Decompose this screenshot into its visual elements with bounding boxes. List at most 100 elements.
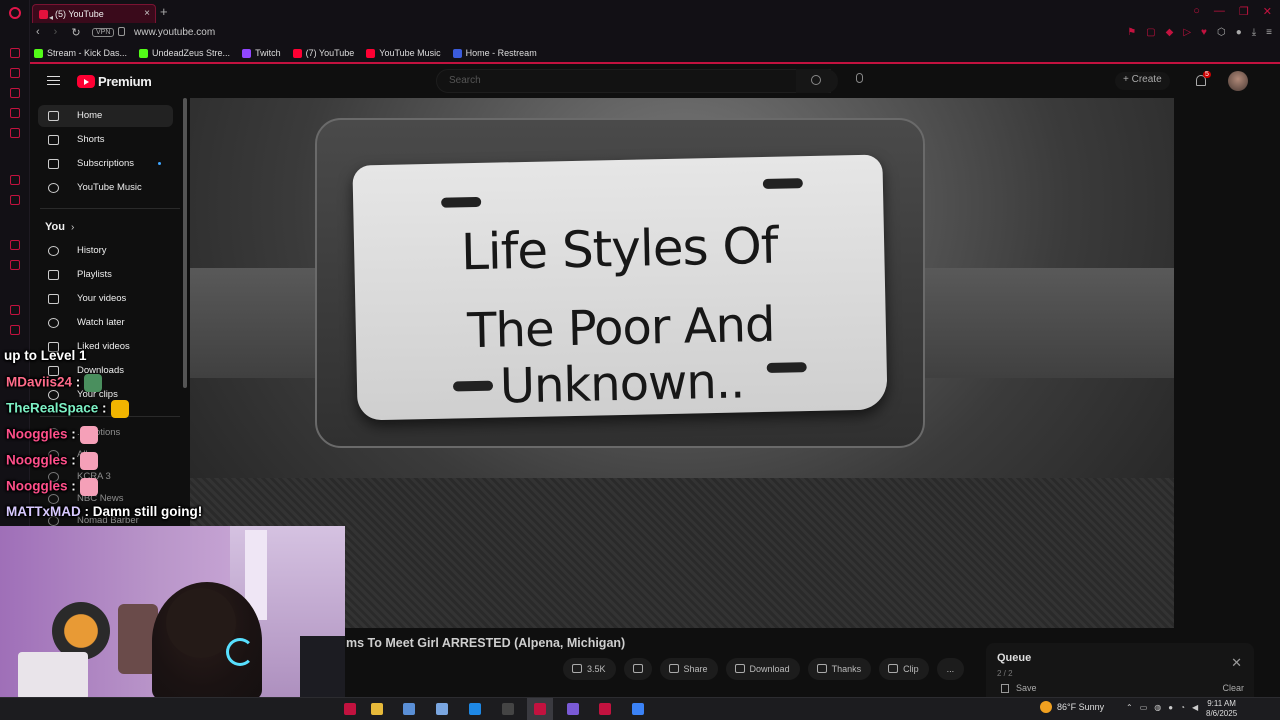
- clock[interactable]: 9:11 AM 8/6/2025: [1206, 699, 1237, 719]
- record-sidebar-icon[interactable]: [10, 305, 20, 315]
- whatsapp-sidebar-icon[interactable]: [10, 128, 20, 138]
- player-sidebar-icon[interactable]: [10, 175, 20, 185]
- profile-icon[interactable]: ●: [1236, 27, 1242, 38]
- chat-emote-icon: [79, 452, 98, 470]
- bookmark-item[interactable]: Home - Restream: [452, 48, 537, 58]
- tab-youtube[interactable]: ◂ (5) YouTube ×: [32, 4, 156, 23]
- microphone-icon[interactable]: [856, 73, 863, 83]
- history-sidebar-icon[interactable]: [10, 68, 20, 78]
- shield-icon[interactable]: ◆: [1166, 27, 1174, 38]
- maximize-icon[interactable]: ❐: [1239, 5, 1249, 18]
- system-tray: ⌃ ▭ ◍ ● ◔ ◀: [1126, 703, 1198, 712]
- sidebar-item-your-videos[interactable]: Your videos: [38, 288, 173, 310]
- create-button[interactable]: + Create: [1115, 72, 1170, 90]
- tray-chevron-icon[interactable]: ⌃: [1126, 703, 1133, 712]
- url-field[interactable]: www.youtube.com: [134, 27, 215, 38]
- opera-taskbar-icon[interactable]: [344, 703, 356, 715]
- calendar-app-icon[interactable]: [403, 703, 415, 715]
- minimize-icon[interactable]: —: [1214, 5, 1225, 18]
- avatar[interactable]: [1228, 71, 1248, 91]
- dislike-button[interactable]: [623, 658, 652, 680]
- wallet-sidebar-icon[interactable]: [10, 325, 20, 335]
- messenger-sidebar-icon[interactable]: [10, 108, 20, 118]
- youtube-logo[interactable]: Premium: [77, 74, 152, 89]
- obs-icon[interactable]: [599, 703, 611, 715]
- sidebar-item-label: Watch later: [77, 317, 125, 328]
- close-queue-icon[interactable]: ✕: [1231, 655, 1242, 671]
- queue-clear-button[interactable]: Clear: [1222, 683, 1244, 693]
- x-sidebar-icon[interactable]: [10, 260, 20, 270]
- youtube-music-icon: [48, 183, 59, 193]
- sidebar-item-shorts[interactable]: Shorts: [38, 129, 173, 151]
- x-app-icon[interactable]: [502, 703, 514, 715]
- scissors-icon: [888, 664, 899, 673]
- share-button[interactable]: Share: [659, 658, 718, 680]
- bookmark-icon[interactable]: ⚑: [1127, 27, 1136, 38]
- chat-username: Nooggles: [6, 452, 68, 468]
- close-tab-icon[interactable]: ×: [144, 5, 150, 23]
- extensions-icon[interactable]: ⬡: [1217, 27, 1226, 38]
- clock-time: 9:11 AM: [1207, 699, 1236, 708]
- speed-dial-icon[interactable]: [10, 48, 20, 58]
- download-label: Download: [749, 664, 790, 674]
- weather-widget[interactable]: 86°F Sunny: [1040, 701, 1104, 713]
- snapshot-icon[interactable]: ▢: [1146, 27, 1155, 38]
- sidebar-item-youtube-music[interactable]: YouTube Music: [38, 177, 173, 199]
- opera-gx-icon[interactable]: [534, 703, 546, 715]
- menu-hamburger-icon[interactable]: [47, 76, 60, 85]
- chat-message: MDaviis24 :: [6, 374, 103, 392]
- sidebar-item-home[interactable]: Home: [38, 105, 173, 127]
- bookmarks-bar: Stream - Kick Das... UndeadZeus Stre... Tw…: [30, 44, 1280, 64]
- chat-separator: :: [72, 374, 81, 390]
- bookmark-item[interactable]: (7) YouTube: [292, 48, 354, 58]
- tray-app-icon[interactable]: ▭: [1140, 703, 1148, 712]
- app-taskbar-icon[interactable]: [632, 703, 644, 715]
- queue-save-button[interactable]: Save: [1016, 683, 1037, 693]
- outlook-icon[interactable]: [469, 703, 481, 715]
- sidebar-item-subscriptions[interactable]: Subscriptions: [38, 153, 173, 175]
- download-icon[interactable]: ⤓: [1252, 27, 1256, 38]
- tray-network-icon[interactable]: ◍: [1154, 703, 1161, 712]
- chat-username: Nooggles: [6, 426, 68, 442]
- close-window-icon[interactable]: ✕: [1263, 5, 1272, 18]
- discord-sidebar-icon[interactable]: [10, 240, 20, 250]
- vpn-badge[interactable]: VPN: [92, 28, 115, 37]
- settings-sidebar-icon[interactable]: [10, 195, 20, 205]
- player-icon[interactable]: ▷: [1183, 27, 1191, 38]
- bookmark-item[interactable]: Stream - Kick Das...: [34, 48, 127, 58]
- back-icon[interactable]: ‹: [36, 26, 40, 39]
- webcam-drawing: [18, 652, 88, 700]
- forward-icon[interactable]: ›: [54, 26, 58, 39]
- bookmark-item[interactable]: UndeadZeus Stre...: [139, 48, 230, 58]
- like-button[interactable]: 3.5K: [563, 658, 616, 680]
- bookmark-label: Twitch: [255, 48, 281, 58]
- queue-panel: Queue 2 / 2 ✕ Save Clear: [986, 643, 1254, 703]
- search-input[interactable]: Search: [436, 69, 831, 93]
- reload-icon[interactable]: ↻: [71, 26, 80, 39]
- download-button[interactable]: Download: [725, 658, 800, 680]
- tray-mic-icon[interactable]: ●: [1168, 703, 1173, 712]
- menu-icon[interactable]: ≡: [1266, 27, 1272, 38]
- sidebar-item-history[interactable]: History: [38, 240, 173, 262]
- heart-icon[interactable]: ♥: [1201, 27, 1207, 38]
- sidebar-you-heading[interactable]: You: [45, 221, 65, 233]
- sidebar-item-watch-later[interactable]: Watch later: [38, 312, 173, 334]
- tray-volume-icon[interactable]: ◀: [1192, 703, 1198, 712]
- search-tabs-icon[interactable]: ○: [1193, 5, 1200, 18]
- thanks-button[interactable]: Thanks: [807, 658, 872, 680]
- tray-wifi-icon[interactable]: ◔: [1180, 703, 1185, 712]
- clip-button[interactable]: Clip: [879, 658, 929, 680]
- bookmark-item[interactable]: Twitch: [242, 48, 281, 58]
- search-icon[interactable]: [796, 69, 838, 93]
- photos-app-icon[interactable]: [436, 703, 448, 715]
- sidebar-item-playlists[interactable]: Playlists: [38, 264, 173, 286]
- new-tab-button[interactable]: +: [160, 4, 168, 19]
- sidebar-scrollbar[interactable]: [183, 98, 187, 388]
- file-explorer-icon[interactable]: [371, 703, 383, 715]
- opera-logo-icon[interactable]: [9, 7, 21, 19]
- ai-sidebar-icon[interactable]: [10, 88, 20, 98]
- lock-icon[interactable]: [118, 27, 125, 36]
- discord-taskbar-icon[interactable]: [567, 703, 579, 715]
- bookmark-item[interactable]: YouTube Music: [366, 48, 441, 58]
- more-actions-button[interactable]: ...: [936, 658, 965, 680]
